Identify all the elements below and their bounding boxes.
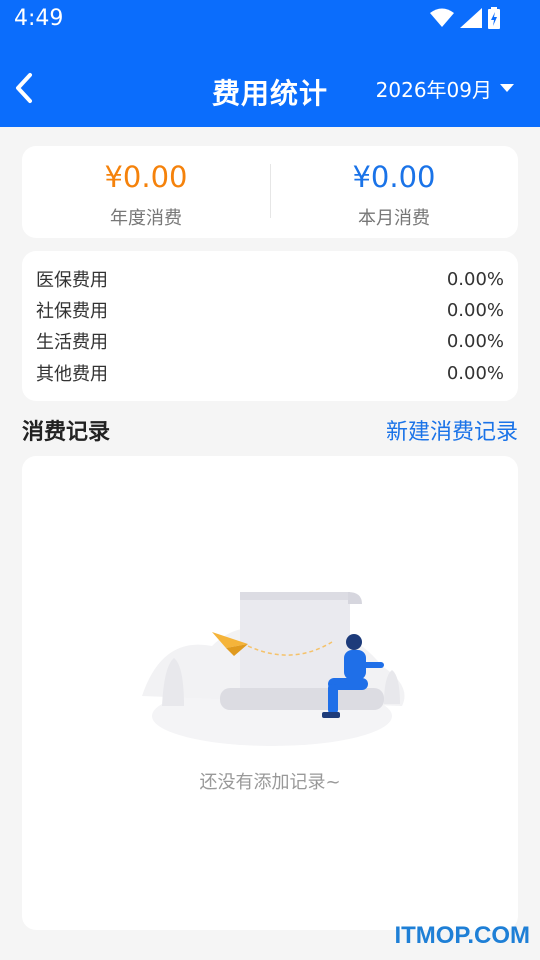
annual-value: ¥0.00 — [104, 160, 188, 194]
new-record-link[interactable]: 新建消费记录 — [386, 414, 518, 446]
breakdown-percent: 0.00% — [446, 299, 504, 321]
breakdown-row-other: 其他费用 0.00% — [36, 358, 504, 388]
summary-card: ¥0.00 年度消费 ¥0.00 本月消费 — [22, 146, 518, 238]
breakdown-percent: 0.00% — [446, 268, 504, 290]
month-selector[interactable]: 2026年09月 — [376, 74, 514, 103]
breakdown-row-social: 社保费用 0.00% — [36, 295, 504, 325]
status-time: 4:49 — [14, 6, 64, 31]
breakdown-label: 医保费用 — [36, 270, 108, 291]
breakdown-card: 医保费用 0.00% 社保费用 0.00% 生活费用 0.00% 其他费用 0.… — [22, 251, 518, 401]
signal-icon — [460, 8, 482, 28]
monthly-summary: ¥0.00 本月消费 — [270, 146, 518, 238]
breakdown-label: 生活费用 — [36, 332, 108, 353]
empty-state-illustration — [142, 592, 405, 746]
breakdown-label: 社保费用 — [36, 301, 108, 322]
records-card: 还没有添加记录~ — [22, 456, 518, 930]
monthly-label: 本月消费 — [358, 208, 430, 229]
breakdown-row-medical: 医保费用 0.00% — [36, 264, 504, 294]
records-header: 消费记录 新建消费记录 — [22, 410, 518, 450]
annual-summary: ¥0.00 年度消费 — [22, 146, 270, 238]
watermark: ITMOP.COM — [394, 922, 530, 949]
caret-down-icon — [500, 83, 514, 92]
annual-label: 年度消费 — [110, 208, 182, 229]
monthly-value: ¥0.00 — [352, 160, 436, 194]
breakdown-label: 其他费用 — [36, 364, 108, 385]
wifi-icon — [430, 8, 454, 27]
breakdown-percent: 0.00% — [446, 330, 504, 352]
month-label: 2026年09月 — [375, 78, 492, 102]
header-bar: 4:49 费用统计 2026年09月 — [0, 0, 540, 127]
status-icons — [430, 6, 500, 30]
empty-state-text: 还没有添加记录~ — [199, 772, 341, 793]
records-title: 消费记录 — [22, 420, 111, 445]
battery-icon — [488, 7, 500, 29]
breakdown-percent: 0.00% — [446, 362, 504, 384]
breakdown-row-living: 生活费用 0.00% — [36, 326, 504, 356]
